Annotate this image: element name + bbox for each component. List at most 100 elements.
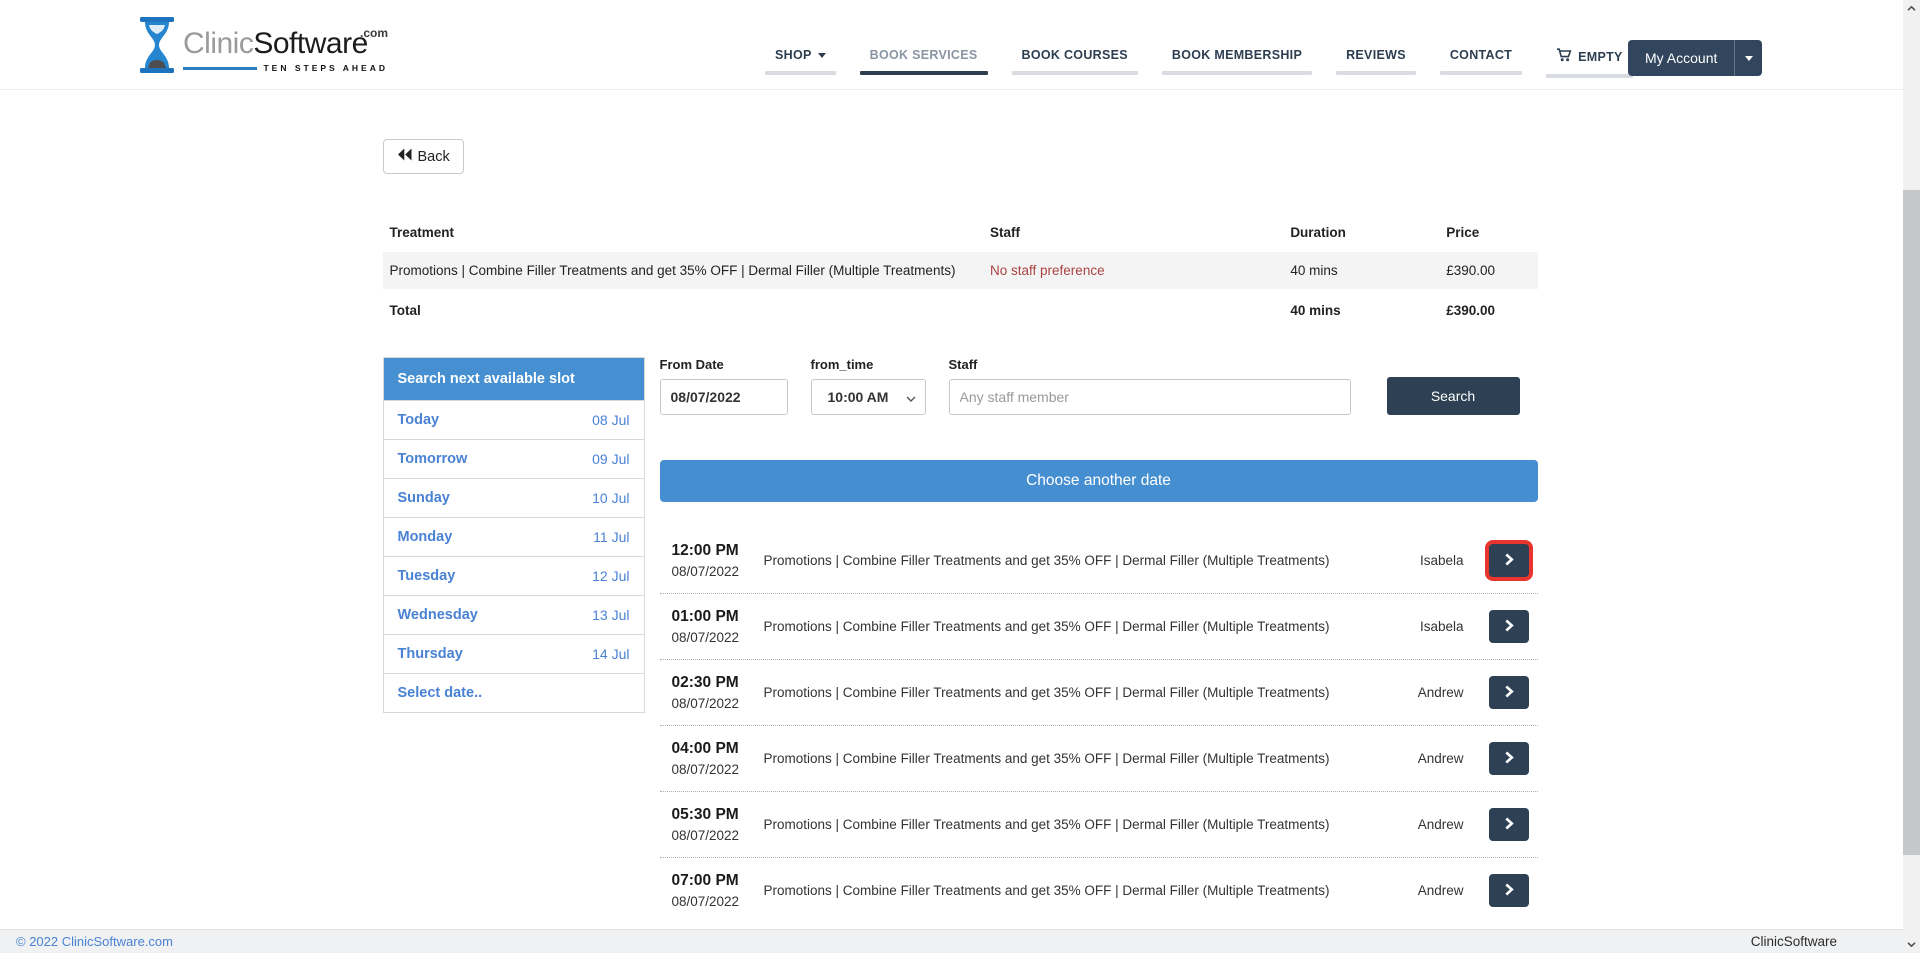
slot-time: 12:00 PM (672, 542, 760, 560)
nav-underline (1162, 71, 1312, 75)
arrow-right-icon (1504, 883, 1514, 899)
sidebar-item-tuesday[interactable]: Tuesday 12 Jul (384, 556, 644, 595)
scrollbar-thumb[interactable] (1903, 190, 1920, 855)
slot-date: 08/07/2022 (672, 696, 760, 711)
slot-time: 05:30 PM (672, 806, 760, 824)
book-slot-button[interactable] (1489, 742, 1529, 775)
back-icon (397, 148, 412, 165)
slot-treatment: Promotions | Combine Filler Treatments a… (764, 883, 1418, 898)
sidebar-item-monday[interactable]: Monday 11 Jul (384, 517, 644, 556)
slot-treatment: Promotions | Combine Filler Treatments a… (764, 619, 1420, 634)
slot-date: 08/07/2022 (672, 894, 760, 909)
nav-book-courses[interactable]: BOOK COURSES (1012, 48, 1138, 78)
slot-treatment: Promotions | Combine Filler Treatments a… (764, 751, 1418, 766)
col-staff: Staff (990, 215, 1290, 252)
slot-treatment: Promotions | Combine Filler Treatments a… (764, 817, 1418, 832)
chevron-down-icon (1745, 56, 1753, 61)
from-time-select[interactable]: 10:00 AM (811, 379, 926, 415)
nav-underline (1012, 71, 1138, 75)
nav-book-membership-label: BOOK MEMBERSHIP (1162, 48, 1312, 62)
scrollbar-up-icon[interactable] (1903, 0, 1920, 17)
from-time-label: from_time (811, 357, 926, 372)
booking-area: Search next available slot Today 08 Jul … (383, 357, 1538, 923)
order-price-cell: £390.00 (1446, 252, 1537, 289)
scrollbar-down-icon[interactable] (1903, 936, 1920, 953)
main-content: Back Treatment Staff Duration Price Prom… (383, 90, 1538, 923)
book-slot-button[interactable] (1489, 676, 1529, 709)
order-table-total-row: Total 40 mins £390.00 (383, 289, 1538, 332)
back-button[interactable]: Back (383, 139, 464, 174)
chevron-down-icon (818, 53, 826, 58)
my-account-button[interactable]: My Account (1628, 40, 1734, 76)
slot-date: 08/07/2022 (672, 828, 760, 843)
from-date-label: From Date (660, 357, 788, 372)
brand-clinic: Clinic (183, 27, 253, 60)
slot-date: 08/07/2022 (672, 564, 760, 579)
nav-reviews[interactable]: REVIEWS (1336, 48, 1416, 78)
logo-tagline: TEN STEPS AHEAD (263, 63, 388, 73)
nav-shop[interactable]: SHOP (765, 48, 836, 78)
nav-book-courses-label: BOOK COURSES (1012, 48, 1138, 62)
slot-row: 12:00 PM 08/07/2022 Promotions | Combine… (660, 528, 1538, 594)
slot-date: 08/07/2022 (672, 762, 760, 777)
nav-underline (1546, 74, 1633, 78)
book-slot-button[interactable] (1489, 808, 1529, 841)
footer-copyright-link[interactable]: © 2022 ClinicSoftware.com (16, 934, 173, 949)
staff-input[interactable] (949, 379, 1351, 415)
footer: © 2022 ClinicSoftware.com ClinicSoftware (0, 929, 1903, 953)
booking-main: From Date from_time 10:00 AM Staff (660, 357, 1538, 923)
slot-staff: Andrew (1418, 751, 1464, 766)
nav-underline-active (860, 71, 988, 75)
slot-treatment: Promotions | Combine Filler Treatments a… (764, 553, 1420, 568)
book-slot-button[interactable] (1489, 874, 1529, 907)
hourglass-logo-icon (140, 17, 174, 73)
order-table-row: Promotions | Combine Filler Treatments a… (383, 252, 1538, 289)
nav-book-services[interactable]: BOOK SERVICES (860, 48, 988, 78)
search-button[interactable]: Search (1387, 377, 1520, 415)
staff-label: Staff (949, 357, 1351, 372)
from-time-value: 10:00 AM (828, 389, 889, 405)
order-table-header-row: Treatment Staff Duration Price (383, 215, 1538, 252)
book-slot-button[interactable] (1489, 610, 1529, 643)
sidebar-item-thursday[interactable]: Thursday 14 Jul (384, 634, 644, 673)
book-slot-button[interactable] (1489, 544, 1529, 577)
total-duration: 40 mins (1290, 289, 1446, 332)
sidebar-item-sunday[interactable]: Sunday 10 Jul (384, 478, 644, 517)
logo-text: ClinicSoftware .com TEN STEPS AHEAD (183, 17, 388, 73)
sidebar-item-today[interactable]: Today 08 Jul (384, 400, 644, 439)
scrollbar[interactable] (1903, 0, 1920, 953)
slot-row: 05:30 PM 08/07/2022 Promotions | Combine… (660, 792, 1538, 858)
from-date-field: From Date (660, 357, 788, 415)
sidebar-item-tomorrow[interactable]: Tomorrow 09 Jul (384, 439, 644, 478)
from-date-input[interactable] (660, 379, 788, 415)
footer-brand: ClinicSoftware (1751, 934, 1837, 949)
arrow-right-icon (1504, 751, 1514, 767)
order-treatment-cell: Promotions | Combine Filler Treatments a… (383, 252, 991, 289)
col-price: Price (1446, 215, 1537, 252)
nav-contact[interactable]: CONTACT (1440, 48, 1522, 78)
slot-staff: Andrew (1418, 685, 1464, 700)
slot-search-form: From Date from_time 10:00 AM Staff (660, 357, 1538, 415)
next-available-sidebar: Search next available slot Today 08 Jul … (383, 357, 645, 713)
choose-another-date-button[interactable]: Choose another date (660, 460, 1538, 502)
nav-cart[interactable]: EMPTY (1546, 48, 1633, 78)
header: ClinicSoftware .com TEN STEPS AHEAD SHOP… (0, 0, 1920, 90)
nav-shop-label: SHOP (775, 48, 812, 62)
account-dropdown-button[interactable] (1734, 40, 1762, 76)
sidebar-item-wednesday[interactable]: Wednesday 13 Jul (384, 595, 644, 634)
arrow-right-icon (1504, 553, 1514, 569)
nav-book-membership[interactable]: BOOK MEMBERSHIP (1162, 48, 1312, 78)
slot-staff: Andrew (1418, 817, 1464, 832)
nav-book-services-label: BOOK SERVICES (860, 48, 988, 62)
slot-time: 07:00 PM (672, 872, 760, 890)
staff-field: Staff (949, 357, 1351, 415)
sidebar-item-select-date[interactable]: Select date.. (384, 673, 644, 712)
slot-row: 02:30 PM 08/07/2022 Promotions | Combine… (660, 660, 1538, 726)
brand-software: Software (253, 27, 367, 60)
logo[interactable]: ClinicSoftware .com TEN STEPS AHEAD (140, 17, 388, 73)
logo-underline (183, 67, 257, 70)
arrow-right-icon (1504, 817, 1514, 833)
total-price: £390.00 (1446, 289, 1537, 332)
nav-underline (1336, 71, 1416, 75)
back-button-label: Back (418, 149, 450, 165)
